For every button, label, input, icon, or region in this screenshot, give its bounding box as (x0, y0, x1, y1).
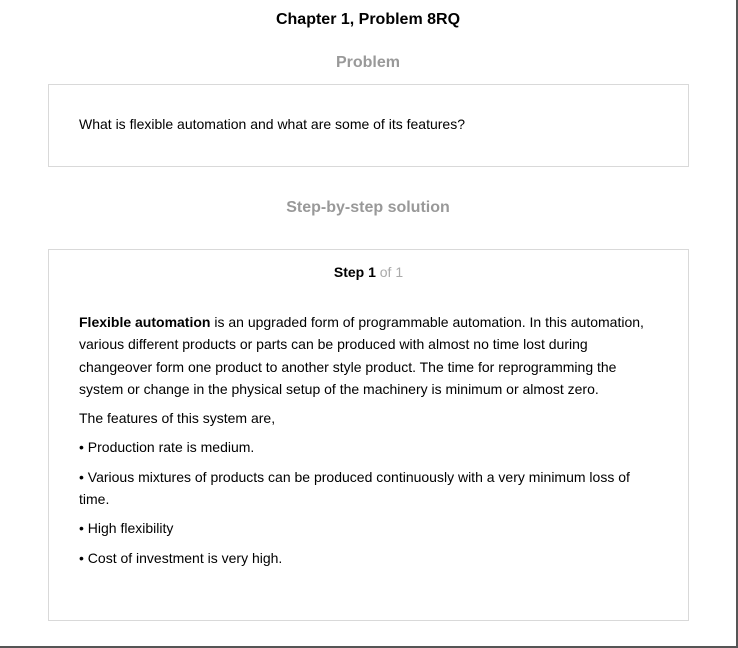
problem-question: What is flexible automation and what are… (79, 116, 465, 132)
feature-item: • Various mixtures of products can be pr… (79, 468, 630, 508)
problem-heading: Problem (335, 54, 400, 71)
step-label: Step 1 (333, 264, 376, 280)
features-lead: The features of this system are, (79, 410, 276, 427)
feature-item: • Cost of investment is very high. (79, 549, 283, 566)
intro-term: Flexible automation (79, 314, 211, 330)
solution-heading: Step-by-step solution (286, 199, 450, 216)
step-count: of 1 (379, 264, 404, 280)
problem-card: What is flexible automation and what are… (48, 84, 689, 167)
page-title: Chapter 1, Problem 8RQ (275, 11, 461, 28)
step-indicator: Step 1 of 1 (49, 264, 688, 280)
page-frame: Chapter 1, Problem 8RQ Problem What is f… (0, 0, 738, 648)
feature-item: • High flexibility (79, 520, 174, 537)
intro-paragraph: Flexible automation is an upgraded form … (79, 311, 659, 400)
step-body: Flexible automation is an upgraded form … (79, 311, 659, 576)
solution-card: Step 1 of 1 Flexible automation is an up… (48, 249, 689, 621)
feature-item: • Production rate is medium. (79, 439, 255, 456)
